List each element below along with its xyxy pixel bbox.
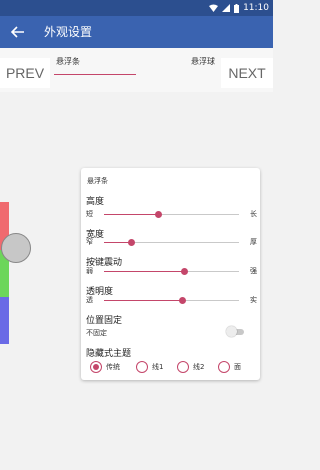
next-button[interactable]: NEXT [221,58,273,88]
width-slider[interactable]: 窄 厚 [86,236,257,248]
prev-button[interactable]: PREV [0,58,50,88]
settings-card: 悬浮条 高度 短 长 宽度 窄 厚 按键震动 弱 强 透明度 透 实 位置固定 … [81,168,260,380]
slider-track[interactable] [104,211,239,218]
slider-thumb[interactable] [180,268,188,275]
tab-indicator [54,74,136,75]
height-slider[interactable]: 短 长 [86,208,257,220]
tab-bar: PREV 悬浮条 悬浮球 NEXT [0,48,273,92]
slider-track[interactable] [104,239,239,246]
status-icons: 11:10 [209,2,269,14]
radio-label: 线2 [193,363,205,371]
battery-icon [234,3,240,13]
status-bar: 11:10 [0,0,273,16]
slider-max-label: 实 [250,296,257,304]
floating-bar-segment-blue[interactable] [0,297,9,344]
theme-option-traditional[interactable]: 传统 [90,361,120,373]
hidden-theme-label: 隐藏式主题 [86,349,132,359]
floating-ball[interactable] [1,233,31,263]
slider-fill [104,242,131,243]
card-title: 悬浮条 [87,177,108,185]
position-fixed-status: 不固定 [86,329,107,337]
theme-radio-group: 传统 线1 线2 面 [86,361,258,375]
app-bar: 外观设置 [0,16,273,48]
back-arrow-icon[interactable] [10,24,26,40]
height-label: 高度 [86,197,105,207]
theme-option-line2[interactable]: 线2 [177,361,204,373]
radio-circle[interactable] [136,361,148,373]
opacity-slider[interactable]: 透 实 [86,294,257,306]
slider-thumb[interactable] [128,239,135,246]
slider-track[interactable] [104,297,239,304]
tab-floating-ball[interactable]: 悬浮球 [191,56,215,67]
slider-max-label: 厚 [250,238,257,246]
page-title: 外观设置 [44,25,93,39]
position-fixed-label: 位置固定 [86,316,123,326]
radio-label: 传统 [106,363,120,371]
slider-min-label: 弱 [86,267,93,275]
slider-thumb[interactable] [155,211,162,218]
vibration-slider[interactable]: 弱 强 [86,265,257,277]
radio-circle[interactable] [218,361,230,373]
slider-track[interactable] [104,268,239,275]
tab-floating-bar[interactable]: 悬浮条 [56,56,80,67]
radio-label: 线1 [152,363,164,371]
slider-thumb[interactable] [179,297,187,304]
slider-min-label: 短 [86,210,93,218]
radio-circle[interactable] [90,361,102,373]
slider-fill [104,214,158,215]
radio-circle[interactable] [177,361,189,373]
toggle-knob [226,326,237,337]
status-time: 11:10 [243,3,269,13]
slider-fill [104,271,184,272]
slider-min-label: 透 [86,296,93,304]
theme-option-line1[interactable]: 线1 [136,361,163,373]
radio-label: 面 [234,363,241,371]
theme-option-surface[interactable]: 面 [218,361,241,373]
slider-max-label: 长 [250,210,257,218]
slider-max-label: 强 [250,267,257,275]
signal-icon [222,4,231,12]
wifi-icon [209,4,219,12]
slider-fill [104,300,183,301]
slider-min-label: 窄 [86,238,93,246]
position-fixed-toggle[interactable] [226,326,246,338]
